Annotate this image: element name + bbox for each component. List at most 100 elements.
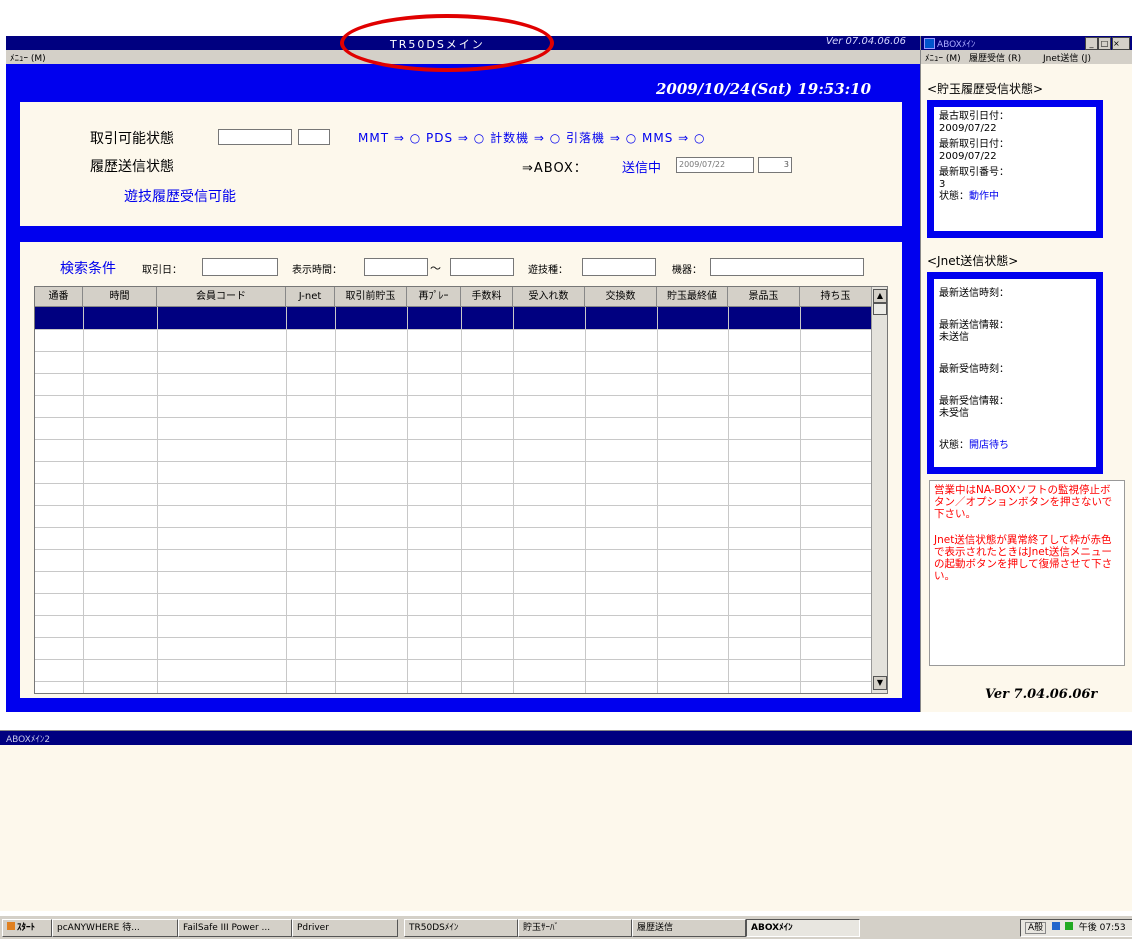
col-header-time[interactable]: 時間 (83, 287, 157, 307)
table-row-line (35, 593, 871, 594)
newest-date-label: 最新取引日付： (939, 139, 1009, 150)
main-version-label: Ver 07.04.06.06 (825, 36, 906, 47)
trade-date-label: 取引日： (142, 265, 182, 276)
operator-warning: 営業中はNA-BOXソフトの監視停止ボタン／オプションボタンを押さないで下さい。… (929, 480, 1125, 666)
send-time-label: 最新送信時刻： (939, 288, 1009, 299)
task-failsafe[interactable]: FailSafe III Power ... (178, 919, 292, 937)
abox-menu-item-menu[interactable]: ﾒﾆｭｰ (M) (925, 51, 961, 64)
col-header-exchanged[interactable]: 交換数 (585, 287, 657, 307)
abox-count-field: 3 (758, 157, 792, 173)
table-column-line (83, 307, 84, 693)
minimize-icon[interactable]: _ (1085, 37, 1098, 50)
latest-number-label: 最新取引番号： (939, 167, 1009, 178)
task-history-send[interactable]: 履歴送信 (632, 919, 746, 937)
table-column-line (585, 307, 586, 693)
latest-number-value: 3 (939, 179, 946, 190)
table-row-line (35, 417, 871, 418)
table-row-line (35, 571, 871, 572)
sub-title-bar[interactable]: ABOXﾒｲﾝ2 (0, 731, 1132, 745)
col-header-member-code[interactable]: 会員コード (157, 287, 286, 307)
jnet-section-title: <Jnet送信状態> (927, 254, 1019, 268)
history-table: 通番 時間 会員コード J-net 取引前貯玉 再ﾌﾟﾚｰ 手数料 受入れ数 交… (34, 286, 888, 694)
time-to-input[interactable] (450, 258, 514, 276)
col-header-replay[interactable]: 再ﾌﾟﾚｰ (407, 287, 461, 307)
history-status-content: 最古取引日付： 2009/07/22 最新取引日付： 2009/07/22 最新… (934, 107, 1096, 231)
maximize-icon[interactable]: □ (1098, 37, 1111, 50)
taskbar: ｽﾀｰﾄ pcANYWHERE 待... FailSafe III Power … (0, 915, 1132, 939)
table-column-line (513, 307, 514, 693)
table-row-line (35, 483, 871, 484)
scroll-down-button[interactable]: ▼ (873, 676, 887, 690)
trade-date-input[interactable] (202, 258, 278, 276)
abox-menu-item-jnet[interactable]: Jnet送信 (J) (1043, 51, 1091, 64)
time-range-tilde: ～ (430, 262, 441, 275)
col-header-fee[interactable]: 手数料 (461, 287, 513, 307)
task-abox-main[interactable]: ABOXﾒｲﾝ (746, 919, 860, 937)
jnet-status-content: 最新送信時刻： 最新送信情報： 未送信 最新受信時刻： 最新受信情報： 未受信 … (934, 279, 1096, 467)
send-info-label: 最新送信情報： (939, 320, 1009, 331)
history-state-label: 履歴送信状態 (90, 159, 174, 175)
task-balance-server[interactable]: 貯玉ｻｰﾊﾞ (518, 919, 632, 937)
col-header-received[interactable]: 受入れ数 (513, 287, 585, 307)
abox-window: ABOXﾒｲﾝ _ □ × ﾒﾆｭｰ (M) 履歴受信 (R) Jnet送信 (… (920, 36, 1132, 712)
recv-info-label: 最新受信情報： (939, 396, 1009, 407)
table-row-selected[interactable] (35, 307, 871, 329)
abox-title-bar[interactable]: ABOXﾒｲﾝ _ □ × (921, 36, 1132, 50)
col-header-pre-balance[interactable]: 取引前貯玉 (335, 287, 407, 307)
menu-item-menu[interactable]: ﾒﾆｭｰ (M) (10, 51, 46, 64)
abox-date-field: 2009/07/22 (676, 157, 754, 173)
scroll-thumb[interactable] (873, 303, 887, 315)
col-header-held-balls[interactable]: 持ち玉 (800, 287, 872, 307)
table-row-line (35, 505, 871, 506)
tray-clock[interactable]: 午後 07:53 (1079, 923, 1126, 933)
col-header-jnet[interactable]: J-net (286, 287, 335, 307)
task-pcanywhere[interactable]: pcANYWHERE 待... (52, 919, 178, 937)
app-icon (924, 38, 935, 49)
history-section-title: <貯玉履歴受信状態> (927, 82, 1044, 96)
time-from-input[interactable] (364, 258, 428, 276)
warning-monitor-stop: 営業中はNA-BOXソフトの監視停止ボタン／オプションボタンを押さないで下さい。 (934, 484, 1113, 520)
task-tr50ds-main[interactable]: TR50DSﾒｲﾝ (404, 919, 518, 937)
history-state-value: 動作中 (969, 191, 999, 202)
col-header-prize-balls[interactable]: 景品玉 (728, 287, 800, 307)
recv-info-value: 未受信 (939, 408, 969, 419)
trade-state-code-field (298, 129, 330, 145)
trade-state-field (218, 129, 292, 145)
table-scrollbar[interactable]: ▲ ▼ (871, 287, 887, 693)
scroll-up-button[interactable]: ▲ (873, 289, 887, 303)
tray-app-icon[interactable] (1052, 922, 1061, 930)
tray-network-icon[interactable] (1064, 922, 1073, 930)
display-time-label: 表示時間： (292, 265, 342, 276)
table-row-line (35, 439, 871, 440)
machine-label: 機器： (672, 265, 702, 276)
oldest-date-value: 2009/07/22 (939, 123, 997, 134)
table-row-line (35, 637, 871, 638)
table-row-line (35, 461, 871, 462)
abox-prefix: ⇒ABOX： (522, 161, 588, 176)
search-conditions-title: 検索条件 (60, 261, 116, 277)
main-title-bar[interactable]: TR50DSメイン Ver 07.04.06.06 (6, 36, 920, 51)
start-button[interactable]: ｽﾀｰﾄ (2, 919, 52, 937)
sub-window: ABOXﾒｲﾝ2 (0, 730, 1132, 911)
jnet-status-box: 最新送信時刻： 最新送信情報： 未送信 最新受信時刻： 最新受信情報： 未受信 … (927, 272, 1103, 474)
table-column-line (407, 307, 408, 693)
status-panel: 取引可能状態 MMT ⇒ ○ PDS ⇒ ○ 計数機 ⇒ ○ 引落機 ⇒ ○ M… (20, 102, 902, 226)
game-type-input[interactable] (582, 258, 656, 276)
oldest-date-label: 最古取引日付： (939, 111, 1009, 122)
close-icon[interactable]: × (1112, 37, 1130, 50)
table-row-line (35, 395, 871, 396)
abox-menu-item-history[interactable]: 履歴受信 (R) (969, 51, 1021, 64)
machine-input[interactable] (710, 258, 864, 276)
col-header-serial[interactable]: 通番 (35, 287, 83, 307)
remote-ready-status: 遊技履歴受信可能 (124, 189, 236, 205)
table-column-line (728, 307, 729, 693)
start-label: ｽﾀｰﾄ (17, 923, 36, 933)
game-type-label: 遊技種： (528, 265, 568, 276)
ime-indicator[interactable]: A般 (1025, 922, 1047, 934)
table-row-line (35, 549, 871, 550)
col-header-final-balance[interactable]: 貯玉最終値 (657, 287, 728, 307)
table-header: 通番 時間 会員コード J-net 取引前貯玉 再ﾌﾟﾚｰ 手数料 受入れ数 交… (35, 287, 872, 307)
table-column-line (461, 307, 462, 693)
history-status-box: 最古取引日付： 2009/07/22 最新取引日付： 2009/07/22 最新… (927, 100, 1103, 238)
task-pdriver[interactable]: Pdriver (292, 919, 398, 937)
